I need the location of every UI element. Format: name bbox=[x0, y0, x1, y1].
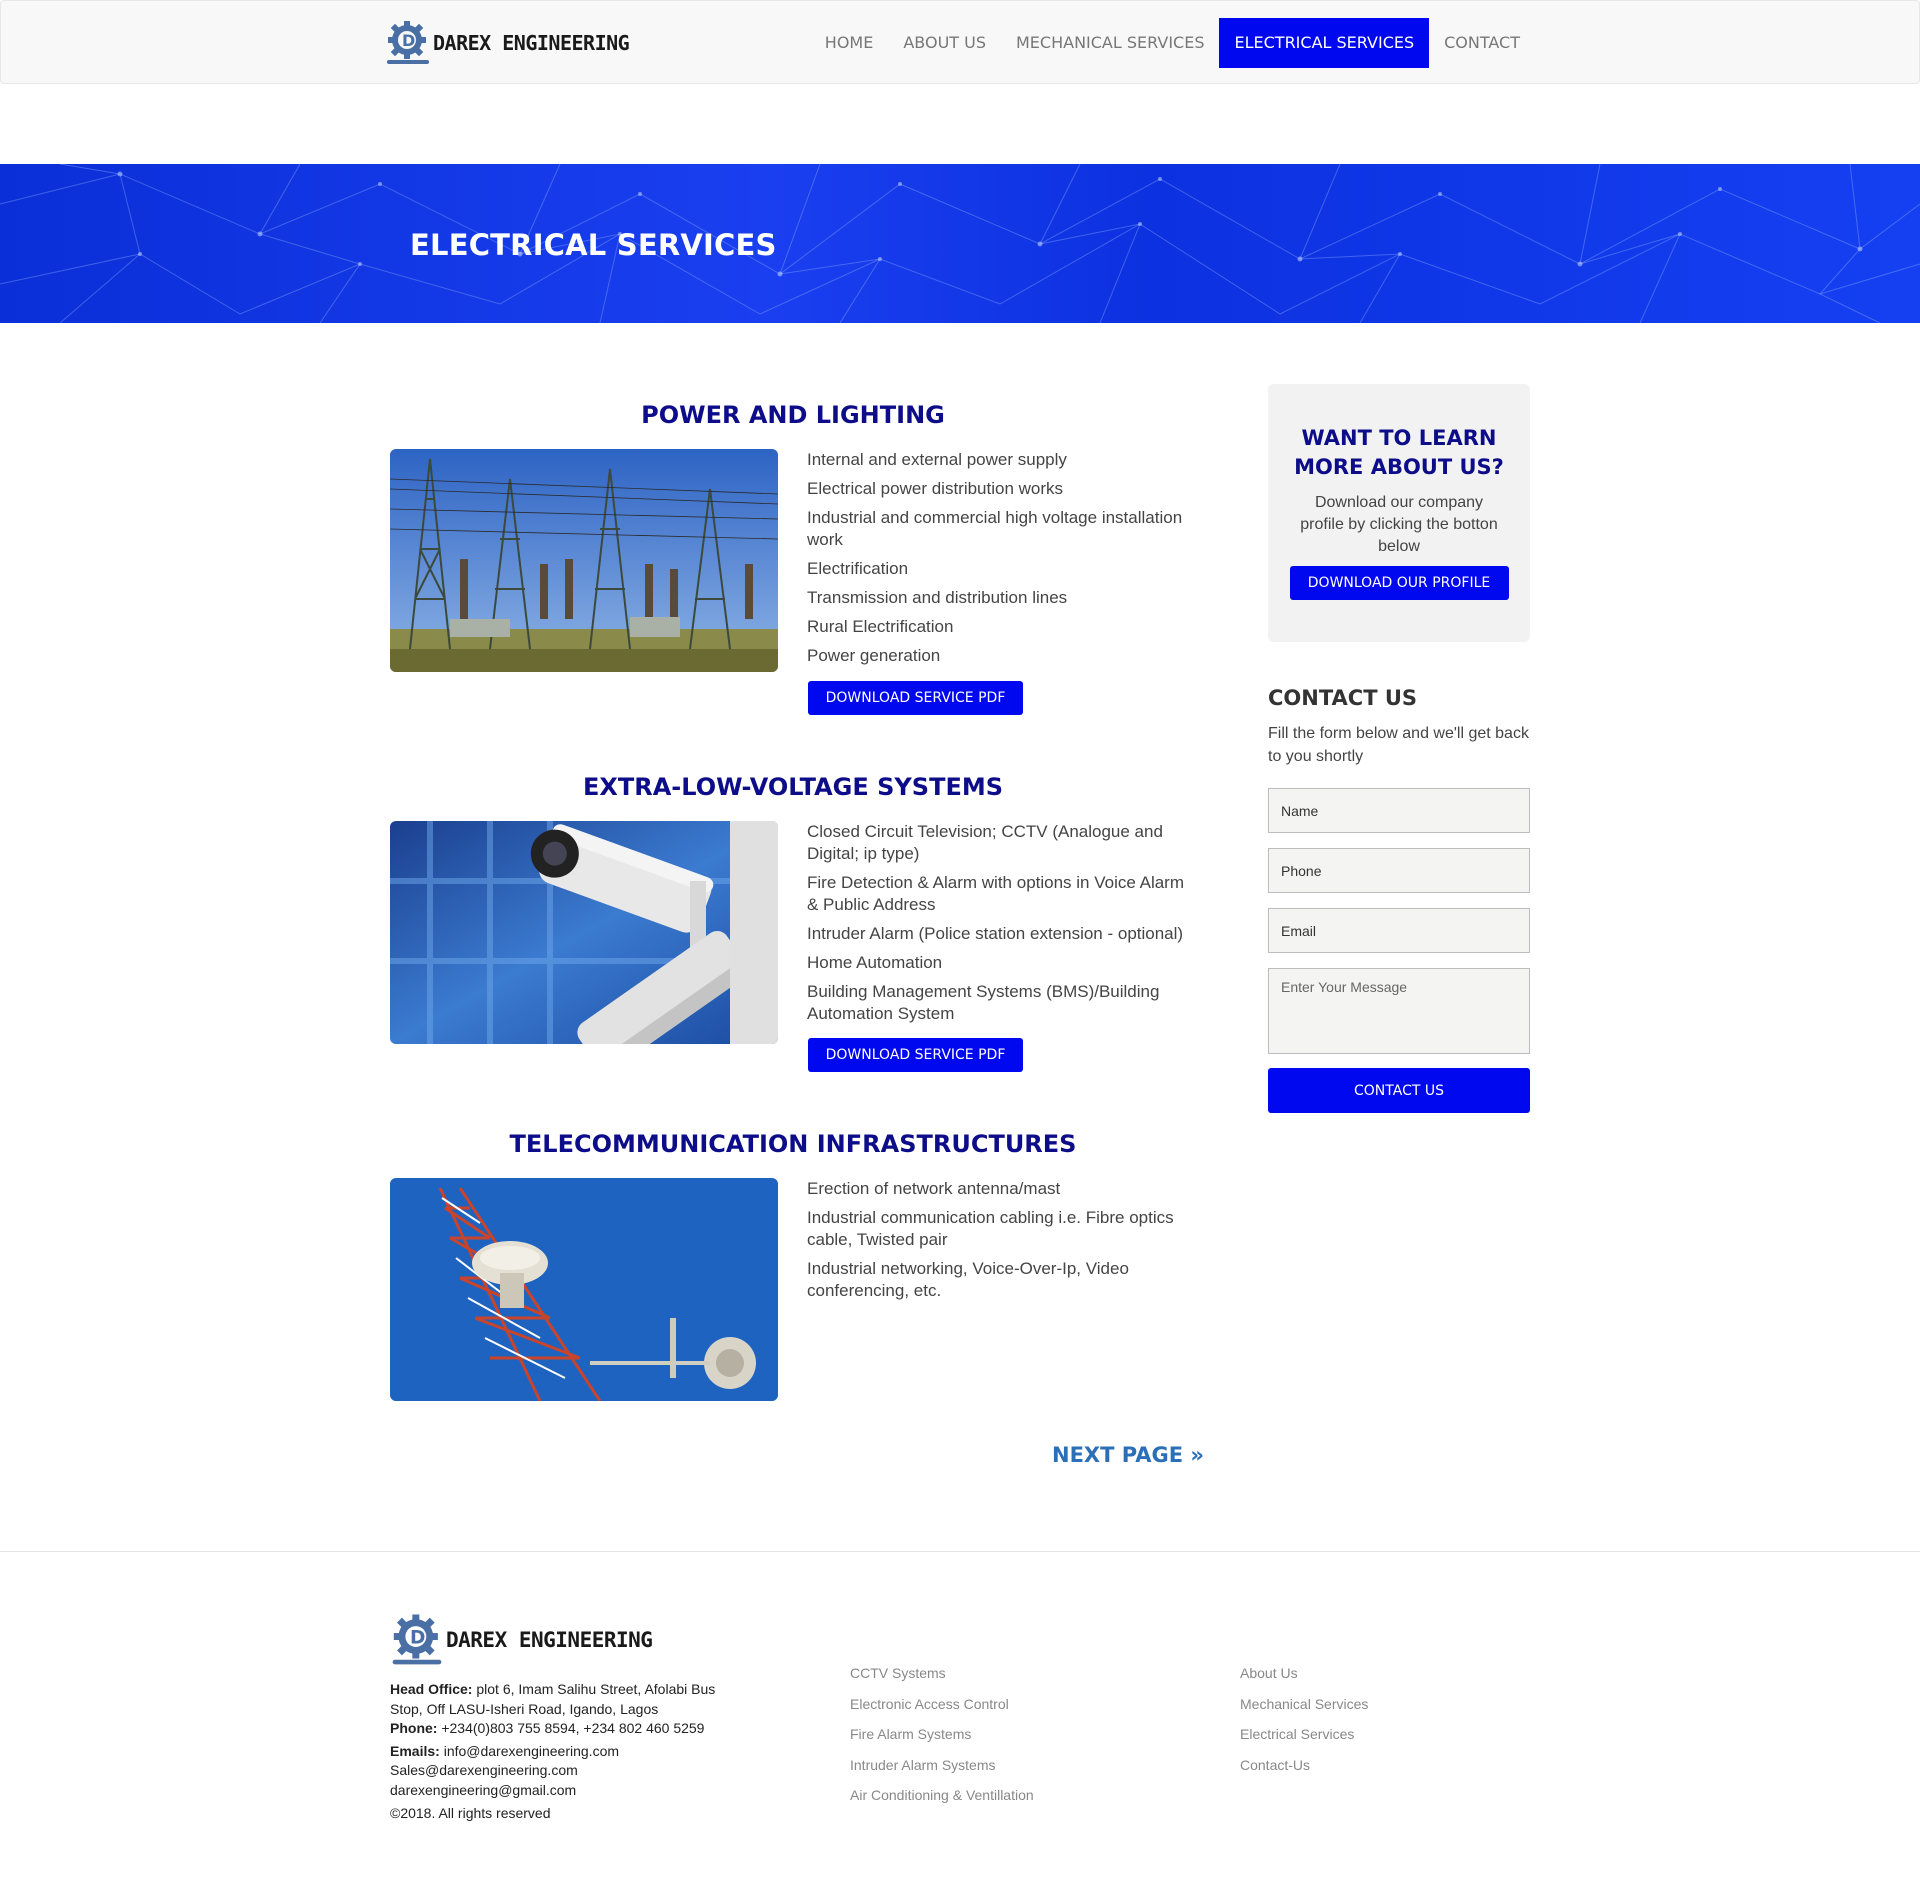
emails-label: Emails: bbox=[390, 1742, 440, 1759]
email-info[interactable]: info@darexengineering.com bbox=[444, 1743, 619, 1759]
message-field[interactable]: Enter Your Message bbox=[1268, 968, 1530, 1054]
copyright: ©2018. All rights reserved bbox=[390, 1805, 551, 1821]
list-item: Home Automation bbox=[807, 953, 943, 972]
download-profile-button[interactable]: DOWNLOAD OUR PROFILE bbox=[1289, 566, 1509, 600]
list-item: Building Management Systems (BMS)/Buildi… bbox=[807, 982, 1160, 1023]
email-sales[interactable]: Sales@darexengineering.com bbox=[390, 1761, 750, 1781]
list-item: Power generation bbox=[807, 646, 941, 665]
footer-link-access-control[interactable]: Electronic Access Control bbox=[850, 1689, 1034, 1720]
download-service-pdf-button[interactable]: DOWNLOAD SERVICE PDF bbox=[808, 681, 1023, 715]
electrical-substation-image bbox=[390, 449, 778, 672]
footer-link-mechanical[interactable]: Mechanical Services bbox=[1240, 1689, 1368, 1720]
gear-wrench-logo-icon: D bbox=[392, 1614, 442, 1665]
list-item: Rural Electrification bbox=[807, 617, 954, 636]
contact-submit-button[interactable]: CONTACT US bbox=[1268, 1068, 1530, 1113]
gear-wrench-logo-icon: D bbox=[387, 21, 429, 64]
footer-link-about[interactable]: About Us bbox=[1240, 1658, 1368, 1689]
email-field[interactable]: Email bbox=[1268, 908, 1530, 953]
list-item: Industrial and commercial high voltage i… bbox=[807, 508, 1183, 549]
phone-numbers: +234(0)803 755 8594, +234 802 460 5259 bbox=[441, 1720, 705, 1736]
phone-label: Phone: bbox=[390, 1720, 438, 1736]
nav-about-us[interactable]: ABOUT US bbox=[888, 18, 1001, 68]
footer-link-intruder-alarm[interactable]: Intruder Alarm Systems bbox=[850, 1750, 1034, 1781]
download-service-pdf-button[interactable]: DOWNLOAD SERVICE PDF bbox=[808, 1038, 1023, 1072]
service-title-power-lighting: POWER AND LIGHTING bbox=[641, 401, 945, 429]
nav-mechanical-services[interactable]: MECHANICAL SERVICES bbox=[1001, 18, 1219, 68]
footer-link-contact[interactable]: Contact-Us bbox=[1240, 1750, 1368, 1781]
footer-contact-info: Head Office: plot 6, Imam Salihu Street,… bbox=[390, 1680, 750, 1824]
list-item: Electrification bbox=[807, 559, 909, 578]
footer-link-electrical[interactable]: Electrical Services bbox=[1240, 1719, 1368, 1750]
list-item: Industrial networking, Voice-Over-Ip, Vi… bbox=[807, 1259, 1129, 1300]
list-item: Transmission and distribution lines bbox=[807, 588, 1068, 607]
footer-link-fire-alarm[interactable]: Fire Alarm Systems bbox=[850, 1719, 1034, 1750]
footer-brand-name: DAREX ENGINEERING bbox=[446, 1628, 653, 1652]
list-item: Electrical power distribution works bbox=[807, 479, 1064, 498]
learn-more-text: Download our company profile by clicking… bbox=[1300, 494, 1498, 555]
phone-field[interactable]: Phone bbox=[1268, 848, 1530, 893]
service-list-power-lighting: Internal and external power supply Elect… bbox=[807, 449, 1187, 674]
list-item: Industrial communication cabling i.e. Fi… bbox=[807, 1208, 1174, 1249]
svg-text:D: D bbox=[402, 31, 415, 50]
brand-name: DAREX ENGINEERING bbox=[433, 31, 630, 55]
head-office-label: Head Office: bbox=[390, 1681, 473, 1697]
svg-text:D: D bbox=[410, 1627, 425, 1648]
name-field[interactable]: Name bbox=[1268, 788, 1530, 833]
service-list-telecommunication: Erection of network antenna/mast Industr… bbox=[807, 1178, 1187, 1309]
footer-page-links: About Us Mechanical Services Electrical … bbox=[1240, 1658, 1368, 1780]
footer: D DAREX ENGINEERING Head Office: plot 6,… bbox=[0, 1551, 1920, 1884]
telecom-tower-image bbox=[390, 1178, 778, 1401]
cctv-cameras-image bbox=[390, 821, 778, 1044]
list-item: Internal and external power supply bbox=[807, 450, 1067, 469]
service-title-extra-low-voltage: EXTRA-LOW-VOLTAGE SYSTEMS bbox=[582, 773, 1004, 801]
main-nav: HOME ABOUT US MECHANICAL SERVICES ELECTR… bbox=[810, 18, 1535, 68]
page-title: ELECTRICAL SERVICES bbox=[410, 228, 777, 262]
nav-electrical-services[interactable]: ELECTRICAL SERVICES bbox=[1219, 18, 1430, 68]
next-page-link[interactable]: NEXT PAGE » bbox=[1052, 1443, 1204, 1467]
learn-more-box: WANT TO LEARN MORE ABOUT US? Download ou… bbox=[1268, 384, 1530, 642]
nav-contact[interactable]: CONTACT bbox=[1429, 18, 1535, 68]
footer-brand-logo: D DAREX ENGINEERING bbox=[390, 1611, 653, 1669]
email-gmail[interactable]: darexengineering@gmail.com bbox=[390, 1781, 750, 1801]
network-pattern-background bbox=[0, 164, 1920, 323]
contact-form-title: CONTACT US bbox=[1268, 686, 1418, 710]
list-item: Closed Circuit Television; CCTV (Analogu… bbox=[807, 822, 1163, 863]
list-item: Fire Detection & Alarm with options in V… bbox=[807, 873, 1184, 914]
brand-logo[interactable]: D DAREX ENGINEERING bbox=[385, 15, 630, 71]
list-item: Intruder Alarm (Police station extension… bbox=[807, 924, 1184, 943]
navbar: D DAREX ENGINEERING HOME ABOUT US MECHAN… bbox=[0, 0, 1920, 84]
contact-form-subtitle: Fill the form below and we'll get back t… bbox=[1268, 725, 1529, 765]
nav-home[interactable]: HOME bbox=[810, 18, 889, 68]
learn-more-title: WANT TO LEARN MORE ABOUT US? bbox=[1294, 426, 1504, 479]
list-item: Erection of network antenna/mast bbox=[807, 1179, 1061, 1198]
footer-link-air-conditioning[interactable]: Air Conditioning & Ventillation bbox=[850, 1780, 1034, 1811]
service-list-extra-low-voltage: Closed Circuit Television; CCTV (Analogu… bbox=[807, 821, 1187, 1032]
page-hero-banner: ELECTRICAL SERVICES bbox=[0, 164, 1920, 323]
footer-link-cctv[interactable]: CCTV Systems bbox=[850, 1658, 1034, 1689]
service-title-telecommunication: TELECOMMUNICATION INFRASTRUCTURES bbox=[509, 1130, 1077, 1158]
footer-services-links: CCTV Systems Electronic Access Control F… bbox=[850, 1658, 1034, 1811]
